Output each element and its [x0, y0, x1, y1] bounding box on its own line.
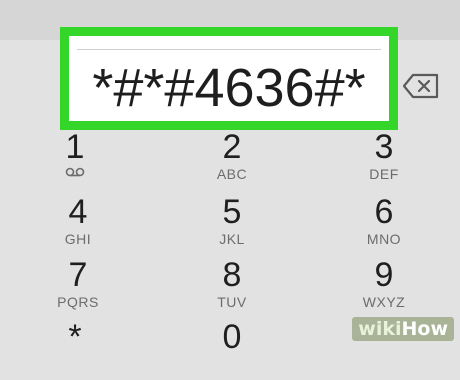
backspace-icon[interactable] — [402, 73, 440, 99]
key-letters: ABC — [216, 166, 248, 182]
key-digit: 6 — [374, 193, 394, 231]
key-5[interactable]: 5 JKL — [182, 193, 282, 255]
key-digit: 4 — [68, 193, 88, 231]
key-7[interactable]: 7 PQRS — [28, 256, 128, 318]
key-4[interactable]: 4 GHI — [28, 193, 128, 255]
key-letters: DEF — [369, 166, 399, 182]
key-2[interactable]: 2 ABC — [182, 128, 282, 190]
key-0[interactable]: 0 — [182, 318, 282, 380]
key-digit: 1 — [65, 128, 85, 166]
field-divider — [77, 49, 381, 50]
key-digit: 9 — [374, 256, 394, 294]
key-digit: 8 — [222, 256, 242, 294]
key-letters: JKL — [219, 231, 245, 247]
key-letters: PQRS — [57, 294, 99, 310]
key-digit: 5 — [222, 193, 242, 231]
key-letters: GHI — [64, 231, 92, 247]
key-letters: WXYZ — [362, 294, 406, 310]
key-3[interactable]: 3 DEF — [334, 128, 434, 190]
dialed-number: *#*#4636#* — [92, 58, 366, 118]
key-8[interactable]: 8 TUV — [182, 256, 282, 318]
dialed-number-field[interactable]: *#*#4636#* — [69, 36, 389, 121]
key-digit: 3 — [374, 128, 394, 166]
key-star[interactable]: * — [25, 318, 125, 380]
key-1[interactable]: 1 — [25, 128, 125, 190]
key-9[interactable]: 9 WXYZ — [334, 256, 434, 318]
voicemail-icon — [65, 167, 85, 177]
key-digit: 0 — [222, 318, 242, 356]
key-digit: 7 — [68, 256, 88, 294]
key-letters: MNO — [366, 231, 402, 247]
key-digit: 2 — [222, 128, 242, 166]
key-letters: TUV — [217, 294, 247, 310]
key-digit: * — [68, 318, 82, 356]
key-6[interactable]: 6 MNO — [334, 193, 434, 255]
wikihow-watermark: wikiHow — [352, 317, 454, 341]
